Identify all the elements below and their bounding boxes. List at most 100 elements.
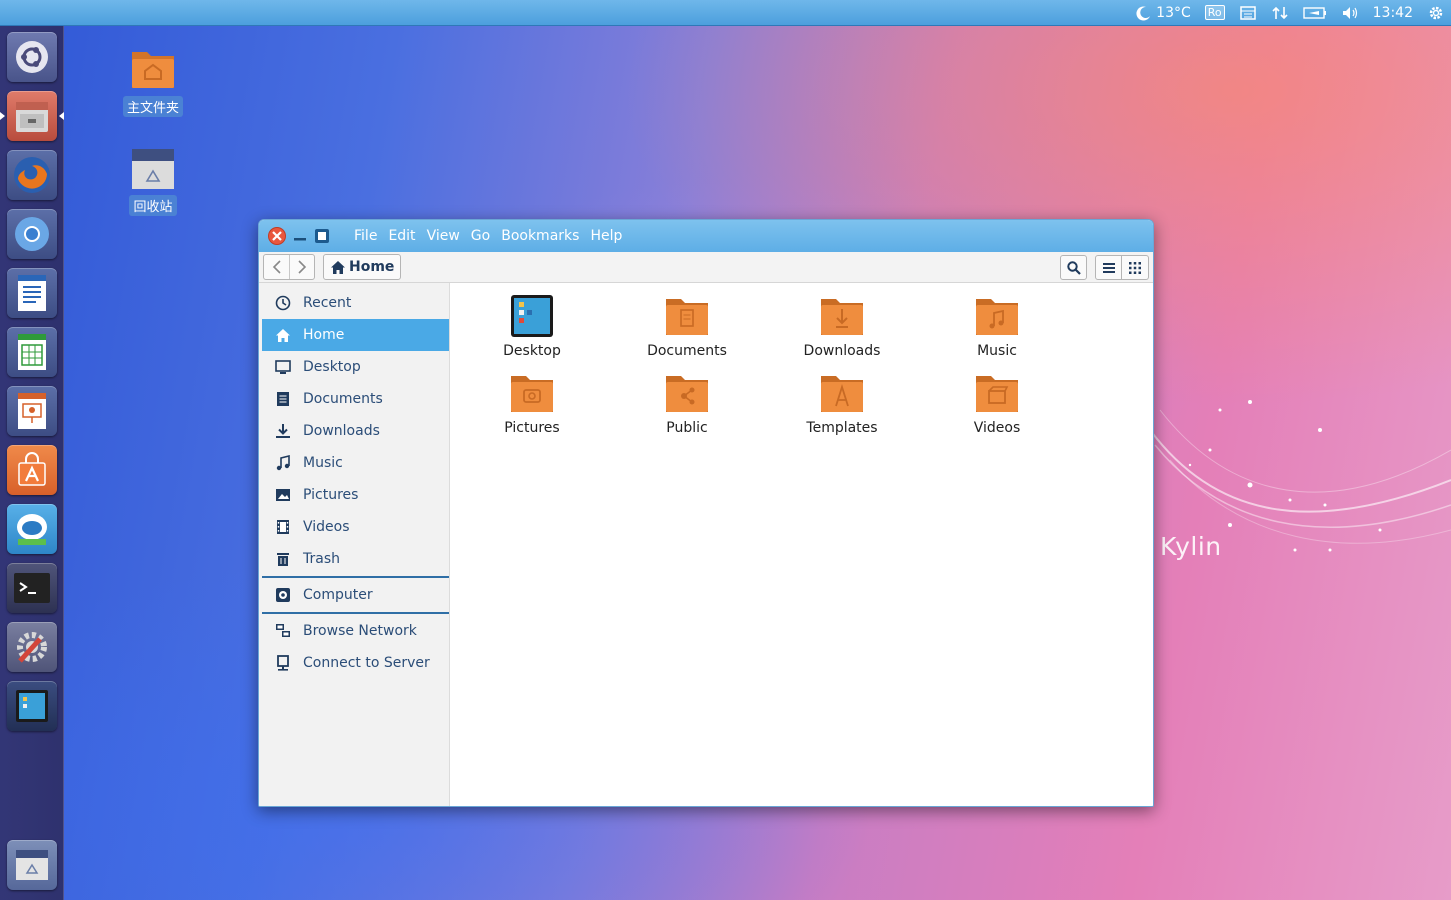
launcher-firefox[interactable] [7,150,57,200]
weather-temp: 13°C [1156,4,1191,21]
file-manager-window: File Edit View Go Bookmarks Help Home Re… [258,219,1154,807]
firefox-icon [14,157,50,193]
launcher-impress[interactable] [7,386,57,436]
file-item-public[interactable]: Public [627,370,747,436]
spreadsheet-icon [18,334,46,370]
window-maximize-button[interactable] [314,228,330,244]
sidebar-item-label: Computer [303,587,373,603]
menu-view[interactable]: View [427,228,460,244]
menu-bookmarks[interactable]: Bookmarks [501,228,579,244]
path-label: Home [349,259,395,275]
shopping-bag-icon [18,452,46,486]
sidebar-item-label: Browse Network [303,623,417,639]
music-icon [276,455,290,471]
trash-bin-icon [16,850,48,880]
keyboard-indicator[interactable]: Ro [1204,5,1225,20]
desktop-screen-icon [16,690,48,722]
history-nav [263,254,315,280]
sidebar-item-connect-server[interactable]: Connect to Server [262,647,449,679]
file-item-label: Documents [647,343,727,359]
menu-bar: File Edit View Go Bookmarks Help [354,228,633,244]
desktop-home-folder[interactable]: 主文件夹 [118,46,188,117]
desktop-trash-label: 回收站 [129,195,177,216]
sidebar-item-computer[interactable]: Computer [262,579,449,611]
downloads-folder-icon [821,299,863,335]
volume-indicator[interactable] [1341,5,1359,21]
menu-help[interactable]: Help [590,228,622,244]
running-indicator [0,112,5,120]
launcher-software-center[interactable] [7,445,57,495]
sidebar-item-label: Connect to Server [303,655,430,671]
launcher-calc[interactable] [7,327,57,377]
launcher [0,26,64,900]
file-item-music[interactable]: Music [937,293,1057,359]
menu-file[interactable]: File [354,228,377,244]
moon-icon [1136,6,1151,21]
launcher-chromium[interactable] [7,209,57,259]
grid-view-button[interactable] [1122,255,1149,280]
sidebar-item-videos[interactable]: Videos [262,511,449,543]
trash-icon [277,553,289,566]
launcher-system-settings[interactable] [7,622,57,672]
battery-indicator[interactable] [1302,6,1327,20]
sidebar-item-desktop[interactable]: Desktop [262,351,449,383]
clock[interactable]: 13:42 [1373,5,1413,21]
desktop-trash[interactable]: 回收站 [118,147,188,216]
launcher-files[interactable] [7,91,57,141]
sidebar-item-label: Videos [303,519,350,535]
sidebar-item-pictures[interactable]: Pictures [262,479,449,511]
gear-icon [1429,6,1443,19]
launcher-trash[interactable] [7,840,57,890]
chromium-icon [15,217,49,251]
sidebar-item-documents[interactable]: Documents [262,383,449,415]
session-menu[interactable] [1427,4,1445,22]
menu-edit[interactable]: Edit [388,228,415,244]
sidebar-item-browse-network[interactable]: Browse Network [262,615,449,647]
network-indicator[interactable] [1271,5,1289,21]
launcher-terminal[interactable] [7,563,57,613]
sidebar-item-home[interactable]: Home [262,319,449,351]
file-item-videos[interactable]: Videos [937,370,1057,436]
back-button[interactable] [264,255,289,279]
sidebar-item-label: Downloads [303,423,380,439]
weather-indicator[interactable]: 13°C [1136,5,1191,21]
sidebar-item-music[interactable]: Music [262,447,449,479]
sidebar-item-label: Music [303,455,343,471]
file-item-downloads[interactable]: Downloads [782,293,902,359]
launcher-dash[interactable] [7,32,57,82]
file-item-pictures[interactable]: Pictures [472,370,592,436]
terminal-icon [14,573,50,603]
documents-folder-icon [666,299,708,335]
desktop-folder-icon [511,295,553,337]
file-item-templates[interactable]: Templates [782,370,902,436]
path-home-button[interactable]: Home [323,254,402,280]
window-titlebar[interactable]: File Edit View Go Bookmarks Help [259,220,1153,252]
network-icon [276,624,290,637]
file-view[interactable]: Desktop Documents Downloads Music Pictur… [450,283,1153,806]
sidebar-item-label: Desktop [303,359,361,375]
forward-button[interactable] [289,255,314,279]
file-item-desktop[interactable]: Desktop [472,293,592,359]
sidebar-item-downloads[interactable]: Downloads [262,415,449,447]
templates-folder-icon [821,376,863,412]
file-item-label: Downloads [803,343,881,359]
calendar-indicator[interactable] [1239,5,1257,21]
list-view-button[interactable] [1095,255,1122,280]
menu-go[interactable]: Go [471,228,490,244]
toolbar: Home [259,252,1153,283]
desktop-home-folder-label: 主文件夹 [122,96,183,117]
launcher-kylin-assistant[interactable] [7,504,57,554]
top-panel: 13°C Ro 13:42 [0,0,1451,26]
file-item-documents[interactable]: Documents [627,293,747,359]
search-button[interactable] [1060,255,1087,280]
calendar-icon [1239,5,1256,20]
ubuntu-logo-icon [16,41,48,73]
minimize-icon [294,238,306,241]
window-minimize-button[interactable] [292,228,308,244]
sidebar-item-recent[interactable]: Recent [262,287,449,319]
window-close-button[interactable] [268,227,286,245]
file-item-label: Desktop [503,343,561,359]
launcher-writer[interactable] [7,268,57,318]
sidebar-item-trash[interactable]: Trash [262,543,449,575]
launcher-desktop-viewer[interactable] [7,681,57,731]
